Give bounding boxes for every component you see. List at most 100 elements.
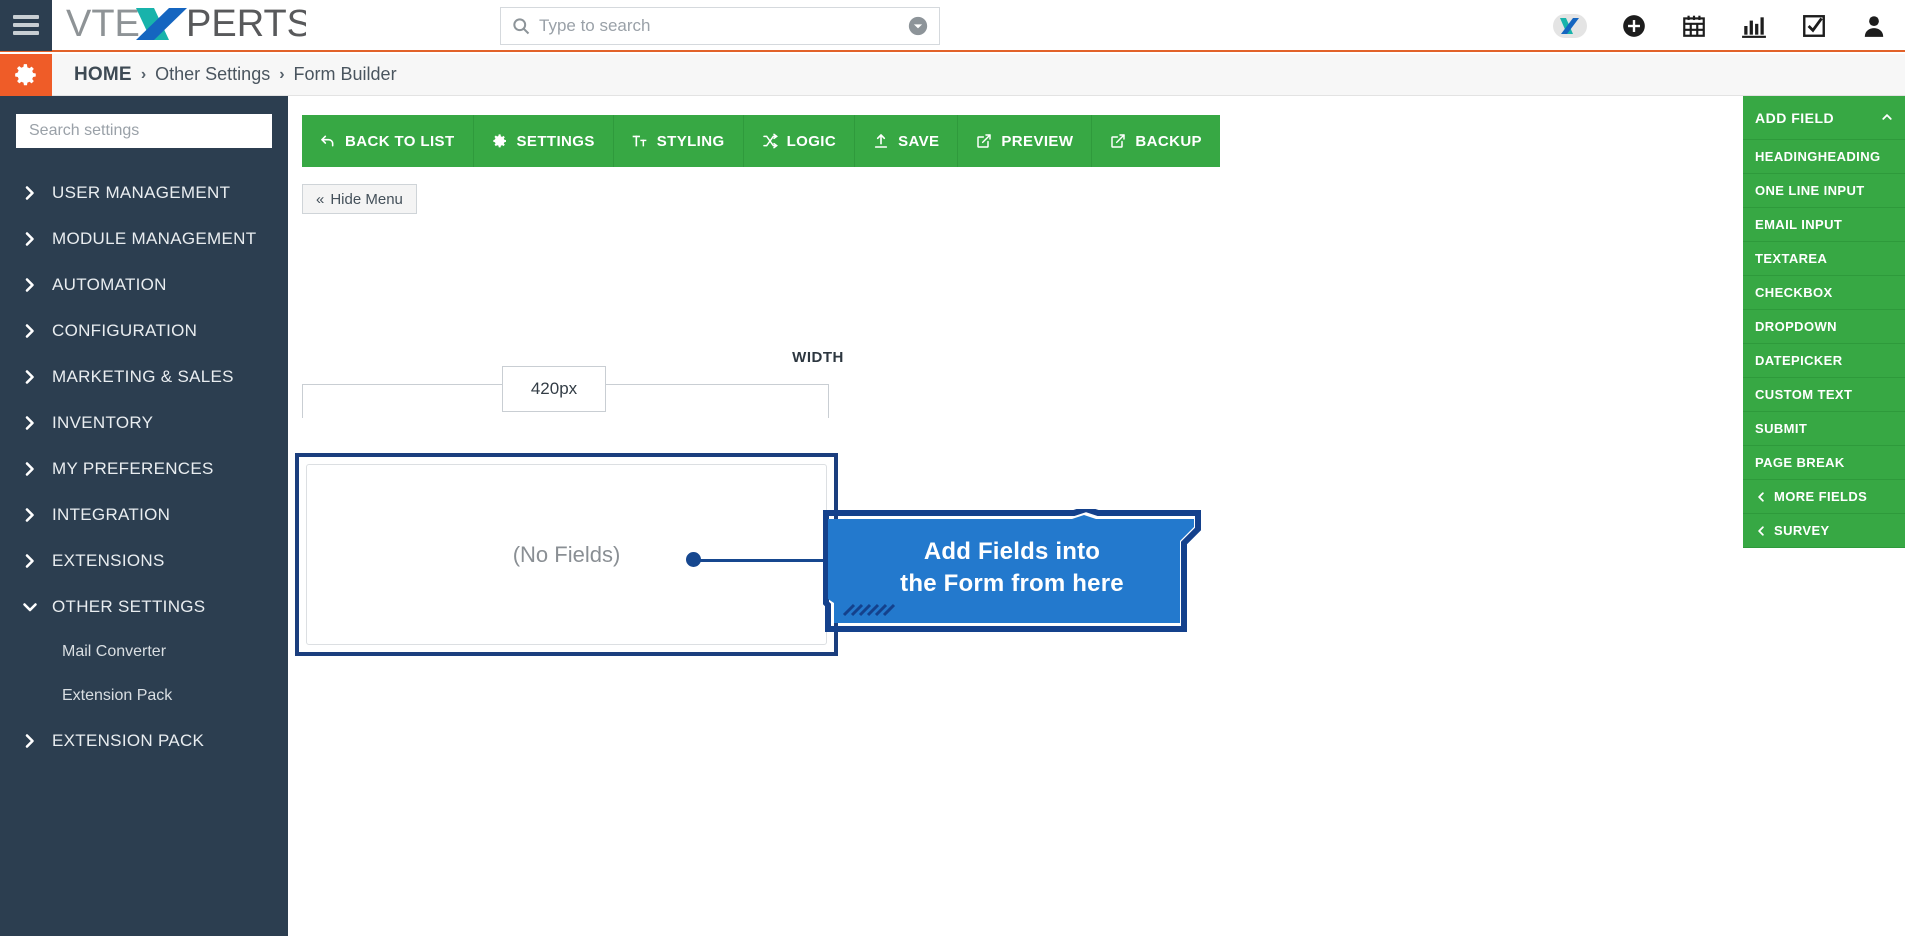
sidebar-item-label: EXTENSION PACK: [52, 731, 205, 750]
sidebar-item-extension-pack[interactable]: EXTENSION PACK: [0, 718, 288, 764]
add-field-email-input[interactable]: EMAIL INPUT: [1743, 208, 1905, 242]
annotation-connector-line: [693, 559, 833, 562]
toolbar-button-label: PREVIEW: [1001, 132, 1074, 150]
chevron-left-icon: [1755, 491, 1767, 503]
save-button[interactable]: SAVE: [855, 115, 959, 167]
add-field-datepicker[interactable]: DATEPICKER: [1743, 344, 1905, 378]
toolbar-button-label: SETTINGS: [516, 132, 595, 150]
sidebar-item-label: MODULE MANAGEMENT: [52, 229, 257, 248]
add-field-group-survey[interactable]: SURVEY: [1743, 514, 1905, 548]
sidebar-search-input[interactable]: [16, 114, 272, 148]
hamburger-icon-bar: [13, 31, 39, 35]
chevron-right-icon: [22, 277, 38, 293]
top-bar: VTE PERTS: [0, 0, 1905, 52]
text-format-icon: [632, 135, 647, 147]
breadcrumb: HOME › Other Settings › Form Builder: [52, 64, 397, 86]
sidebar-item-label: INVENTORY: [52, 413, 154, 432]
sidebar-item-user-management[interactable]: USER MANAGEMENT: [0, 170, 288, 216]
hamburger-menu-button[interactable]: [0, 0, 52, 51]
chevron-right-icon: [22, 369, 38, 385]
settings-gear-button[interactable]: [0, 53, 52, 96]
sidebar-item-configuration[interactable]: CONFIGURATION: [0, 308, 288, 354]
vtexperts-x-icon[interactable]: [1553, 14, 1587, 38]
sidebar-item-automation[interactable]: AUTOMATION: [0, 262, 288, 308]
sidebar-item-my-preferences[interactable]: MY PREFERENCES: [0, 446, 288, 492]
form-builder-toolbar: BACK TO LIST SETTINGS STYLING LOGIC SAVE: [302, 115, 1220, 167]
sidebar-item-extensions[interactable]: EXTENSIONS: [0, 538, 288, 584]
sidebar-item-integration[interactable]: INTEGRATION: [0, 492, 288, 538]
hide-menu-button[interactable]: « Hide Menu: [302, 184, 417, 214]
styling-button[interactable]: STYLING: [613, 115, 744, 167]
preview-button[interactable]: PREVIEW: [958, 115, 1093, 167]
field-group-label: SURVEY: [1774, 523, 1830, 538]
add-field-page-break[interactable]: PAGE BREAK: [1743, 446, 1905, 480]
sidebar-subitem-extension-pack[interactable]: Extension Pack: [0, 674, 288, 718]
logic-button[interactable]: LOGIC: [743, 115, 856, 167]
gear-icon: [15, 63, 36, 85]
sidebar-item-inventory[interactable]: INVENTORY: [0, 400, 288, 446]
chart-icon[interactable]: [1741, 13, 1767, 39]
svg-text:VTE: VTE: [66, 6, 140, 44]
annotation-callout: Add Fields into the Form from here: [822, 509, 1202, 633]
toolbar-button-label: BACK TO LIST: [345, 132, 455, 150]
field-type-label: DATEPICKER: [1755, 353, 1843, 368]
back-to-list-button[interactable]: BACK TO LIST: [302, 115, 474, 167]
search-icon: [511, 16, 531, 36]
add-field-checkbox[interactable]: CHECKBOX: [1743, 276, 1905, 310]
sidebar-item-label: USER MANAGEMENT: [52, 183, 231, 202]
sidebar-item-marketing-sales[interactable]: MARKETING & SALES: [0, 354, 288, 400]
add-field-panel-title: ADD FIELD: [1755, 109, 1835, 126]
chevron-down-icon: [22, 599, 38, 615]
settings-button[interactable]: SETTINGS: [473, 115, 614, 167]
add-field-heading[interactable]: HEADINGHEADING: [1743, 140, 1905, 174]
double-chevron-left-icon: «: [316, 190, 325, 208]
add-field-panel-header[interactable]: ADD FIELD: [1743, 96, 1905, 140]
add-field-dropdown[interactable]: DROPDOWN: [1743, 310, 1905, 344]
chevron-right-icon: [22, 461, 38, 477]
sidebar-item-label: MARKETING & SALES: [52, 367, 234, 386]
breadcrumb-item-form-builder: Form Builder: [293, 64, 397, 84]
form-builder-canvas: BACK TO LIST SETTINGS STYLING LOGIC SAVE: [288, 96, 1743, 936]
external-link-icon: [977, 134, 992, 148]
toolbar-button-label: LOGIC: [786, 132, 837, 150]
chevron-right-icon: [22, 553, 38, 569]
annotation-connector-dot: [686, 552, 701, 567]
breadcrumb-separator-icon: ›: [140, 65, 147, 83]
field-type-label: EMAIL INPUT: [1755, 217, 1843, 232]
add-field-one-line-input[interactable]: ONE LINE INPUT: [1743, 174, 1905, 208]
sidebar-item-other-settings[interactable]: OTHER SETTINGS: [0, 584, 288, 630]
sidebar-item-label: INTEGRATION: [52, 505, 171, 524]
sidebar-item-module-management[interactable]: MODULE MANAGEMENT: [0, 216, 288, 262]
global-search[interactable]: [500, 7, 940, 45]
sidebar-subitem-mail-converter[interactable]: Mail Converter: [0, 630, 288, 674]
gear-icon: [492, 134, 506, 148]
backup-button[interactable]: BACKUP: [1092, 115, 1220, 167]
hamburger-icon-bar: [13, 15, 39, 19]
add-field-submit[interactable]: SUBMIT: [1743, 412, 1905, 446]
add-field-custom-text[interactable]: CUSTOM TEXT: [1743, 378, 1905, 412]
breadcrumb-separator-icon: ›: [279, 65, 285, 83]
breadcrumb-home[interactable]: HOME: [74, 64, 132, 86]
settings-sidebar: USER MANAGEMENT MODULE MANAGEMENT AUTOMA…: [0, 96, 288, 936]
hamburger-icon-bar: [13, 23, 39, 27]
field-type-label: TEXTAREA: [1755, 251, 1828, 266]
field-type-label: PAGE BREAK: [1755, 455, 1845, 470]
add-field-group-more-fields[interactable]: MORE FIELDS: [1743, 480, 1905, 514]
add-circle-icon[interactable]: [1621, 13, 1647, 39]
field-type-label: DROPDOWN: [1755, 319, 1837, 334]
vtexperts-logo[interactable]: VTE PERTS: [66, 0, 306, 51]
add-field-textarea[interactable]: TEXTAREA: [1743, 242, 1905, 276]
task-check-icon[interactable]: [1801, 13, 1827, 39]
breadcrumb-bar: HOME › Other Settings › Form Builder: [0, 53, 1905, 96]
hide-menu-label: Hide Menu: [330, 190, 403, 208]
chevron-down-circle-icon[interactable]: [907, 15, 929, 37]
add-field-panel: ADD FIELD HEADINGHEADING ONE LINE INPUT …: [1743, 96, 1905, 548]
external-link-icon: [1111, 134, 1126, 148]
search-input[interactable]: [531, 16, 907, 36]
form-fields-dropzone[interactable]: (No Fields): [306, 464, 827, 645]
form-width-value[interactable]: 420px: [502, 366, 606, 412]
calendar-icon[interactable]: [1681, 13, 1707, 39]
sidebar-item-label: MY PREFERENCES: [52, 459, 214, 478]
user-icon[interactable]: [1861, 13, 1887, 39]
breadcrumb-item-other-settings[interactable]: Other Settings: [155, 64, 270, 85]
